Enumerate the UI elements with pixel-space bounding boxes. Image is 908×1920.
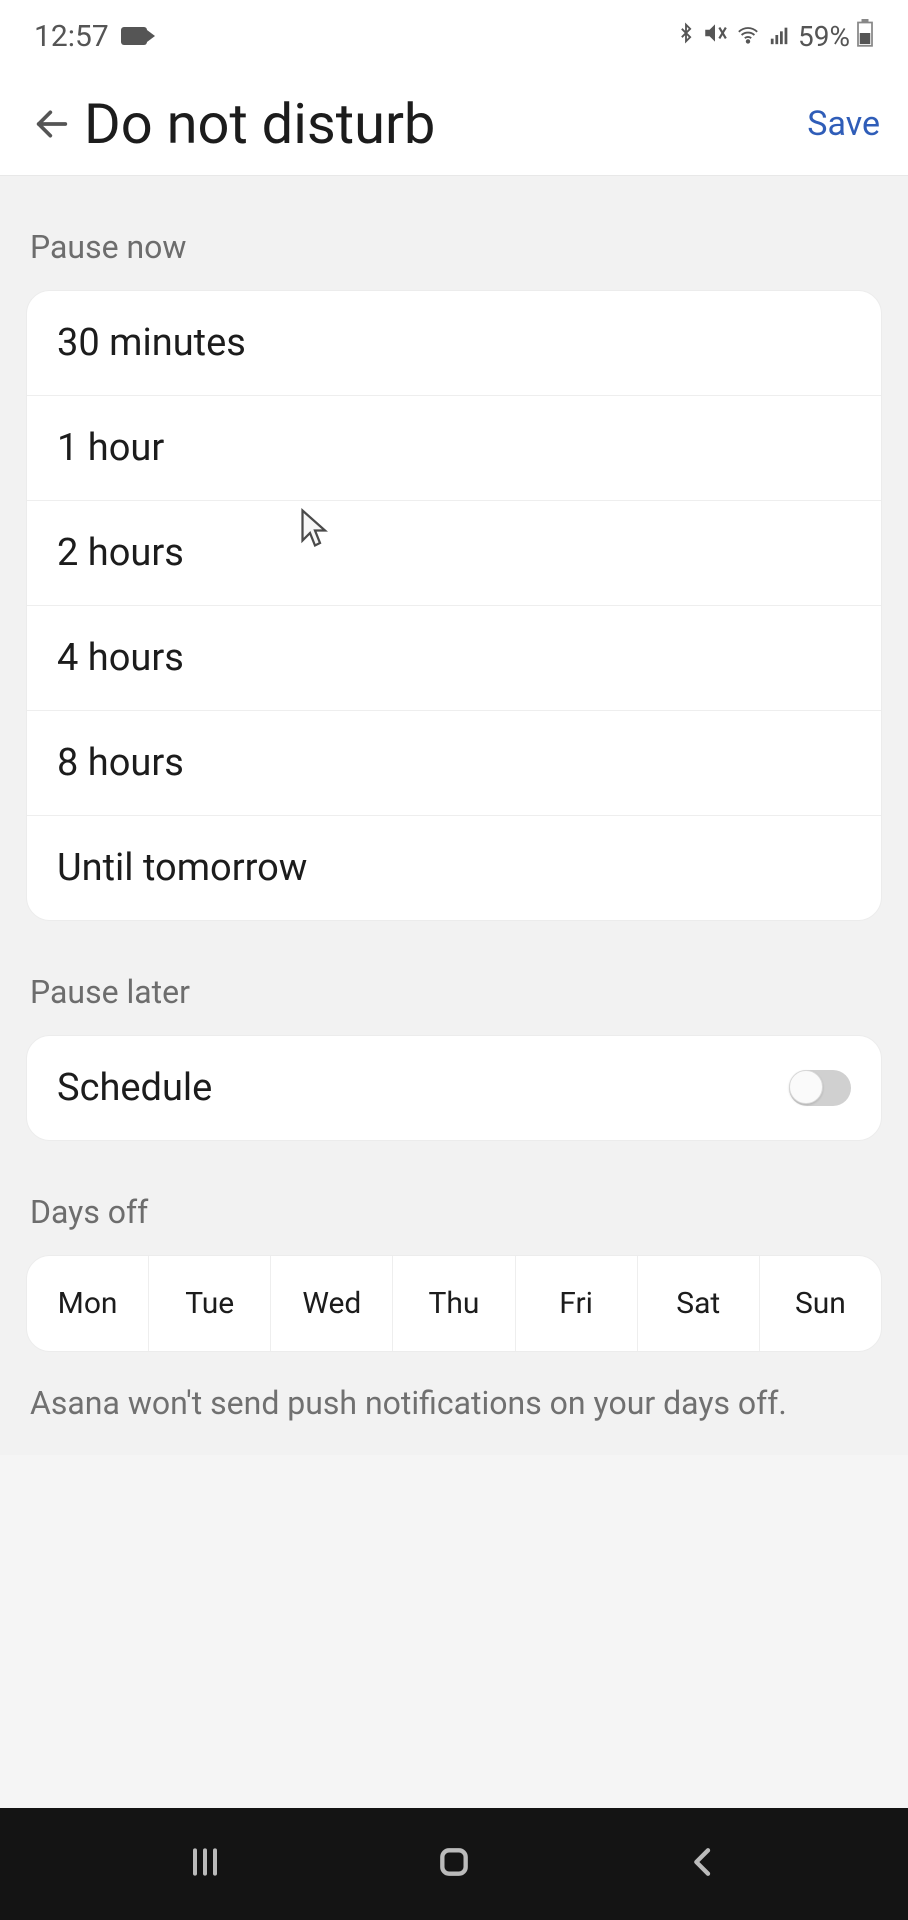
home-button[interactable] [434,1842,474,1886]
day-thu[interactable]: Thu [393,1256,515,1351]
app-bar: Do not disturb Save [0,72,908,176]
days-off-row: Mon Tue Wed Thu Fri Sat Sun [26,1255,882,1352]
pause-option-8-hours[interactable]: 8 hours [27,711,881,816]
arrow-left-icon [32,104,72,144]
status-bar: 12:57 59% [0,0,908,72]
pause-option-label: 4 hours [57,636,184,680]
bluetooth-icon [676,19,696,54]
status-right: 59% [676,19,874,54]
home-icon [434,1842,474,1882]
day-mon[interactable]: Mon [27,1256,149,1351]
pause-later-card: Schedule [26,1035,882,1141]
battery-text: 59% [798,20,850,53]
toggle-knob [789,1070,823,1104]
pause-now-label: Pause now [0,176,908,290]
pause-later-label: Pause later [0,921,908,1035]
chevron-left-icon [683,1842,723,1882]
day-wed[interactable]: Wed [271,1256,393,1351]
video-icon [121,27,147,45]
back-button[interactable] [28,100,76,148]
pause-option-until-tomorrow[interactable]: Until tomorrow [27,816,881,920]
battery-icon [856,19,874,54]
pause-option-label: 30 minutes [57,321,246,365]
pause-option-label: Until tomorrow [57,846,307,890]
day-fri[interactable]: Fri [516,1256,638,1351]
save-button[interactable]: Save [807,104,880,144]
page-title: Do not disturb [84,91,807,157]
pause-option-label: 1 hour [57,426,164,470]
mute-icon [702,20,728,53]
nav-back-button[interactable] [683,1842,723,1886]
pause-option-1-hour[interactable]: 1 hour [27,396,881,501]
pause-option-label: 8 hours [57,741,184,785]
status-left: 12:57 [34,19,147,54]
pause-option-label: 2 hours [57,531,184,575]
day-tue[interactable]: Tue [149,1256,271,1351]
clock-text: 12:57 [34,19,109,54]
content-area: Pause now 30 minutes 1 hour 2 hours 4 ho… [0,176,908,1455]
system-nav-bar [0,1808,908,1920]
day-sun[interactable]: Sun [760,1256,881,1351]
recents-icon [185,1842,225,1882]
wifi-icon [734,20,762,53]
signal-icon [768,20,792,53]
pause-now-card: 30 minutes 1 hour 2 hours 4 hours 8 hour… [26,290,882,921]
pause-option-30-minutes[interactable]: 30 minutes [27,291,881,396]
day-sat[interactable]: Sat [638,1256,760,1351]
days-off-label: Days off [0,1141,908,1255]
recents-button[interactable] [185,1842,225,1886]
schedule-label: Schedule [57,1066,212,1110]
schedule-row[interactable]: Schedule [27,1036,881,1140]
pause-option-4-hours[interactable]: 4 hours [27,606,881,711]
days-off-note: Asana won't send push notifications on y… [0,1352,908,1455]
pause-option-2-hours[interactable]: 2 hours [27,501,881,606]
schedule-toggle[interactable] [789,1070,851,1106]
